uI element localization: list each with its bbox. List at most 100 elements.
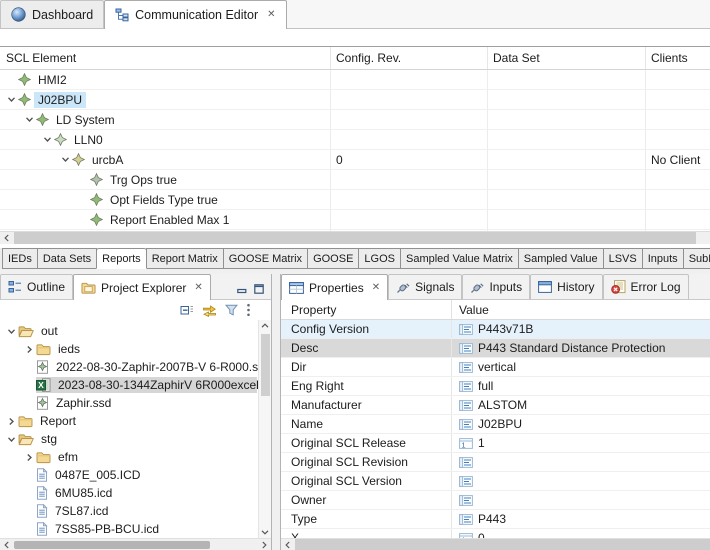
properties-horizontal-scrollbar[interactable] [281, 538, 710, 550]
editor-tab-communication-editor[interactable]: Communication Editor✕ [104, 0, 286, 29]
expander-icon[interactable] [4, 416, 18, 427]
property-row-desc[interactable]: DescP443 Standard Distance Protection [281, 339, 710, 358]
close-icon[interactable]: ✕ [267, 10, 275, 20]
property-row-eng-right[interactable]: Eng Rightfull [281, 377, 710, 396]
tree-item-0487e-005-icd[interactable]: 0487E_005.ICD [0, 466, 271, 484]
explorer-horizontal-scrollbar[interactable] [0, 538, 271, 550]
tree-row-lln0[interactable]: LLN0 [0, 130, 710, 150]
column-header-data-set[interactable]: Data Set [487, 47, 645, 69]
property-row-original-scl-version[interactable]: Original SCL Version [281, 472, 710, 491]
bottom-tab-report-matrix[interactable]: Report Matrix [146, 248, 224, 269]
vertical-sash[interactable] [272, 274, 280, 550]
bottom-tab-sampled-value[interactable]: Sampled Value [518, 248, 604, 269]
tree-row-report-enabled-max-1[interactable]: Report Enabled Max 1 [0, 210, 710, 230]
property-value-cell [451, 453, 710, 471]
column-header-value[interactable]: Value [451, 300, 710, 319]
tree-item-out[interactable]: out [0, 322, 271, 340]
properties-tab-properties[interactable]: Properties✕ [281, 274, 388, 300]
filter-icon[interactable] [225, 304, 238, 316]
bottom-tab-subnet[interactable]: SubNet [683, 248, 710, 269]
tree-item-7ss85-pb-bcu-icd[interactable]: 7SS85-PB-BCU.icd [0, 520, 271, 538]
property-name: Original SCL Revision [281, 453, 451, 471]
tree-row-trg-ops-true[interactable]: Trg Ops true [0, 170, 710, 190]
column-header-clients[interactable]: Clients [645, 47, 710, 69]
close-icon[interactable]: ✕ [372, 283, 380, 293]
explorer-tab-project-explorer[interactable]: Project Explorer✕ [73, 274, 211, 300]
tree-item-2023-08-30-1344zaphirv-6r000excell[interactable]: X2023-08-30-1344ZaphirV 6R000excell [0, 376, 271, 394]
scrollbar-thumb[interactable] [295, 539, 710, 550]
bottom-tab-lsvs[interactable]: LSVS [603, 248, 643, 269]
properties-tab-error-log[interactable]: Error Log [603, 274, 689, 299]
property-row-name[interactable]: NameJ02BPU [281, 415, 710, 434]
explorer-vertical-scrollbar[interactable] [258, 320, 271, 538]
config-rev-cell [330, 210, 487, 229]
tree-item-report[interactable]: Report [0, 412, 271, 430]
tree-row-hmi2[interactable]: HMI2 [0, 70, 710, 90]
maximize-icon[interactable] [254, 284, 264, 294]
expander-icon[interactable] [4, 326, 18, 337]
scroll-up-icon[interactable] [258, 320, 271, 332]
expander-icon[interactable] [22, 452, 36, 463]
expander-icon[interactable] [4, 94, 18, 105]
properties-tab-signals[interactable]: Signals [388, 274, 462, 299]
property-row-config-version[interactable]: Config VersionP443v71B [281, 320, 710, 339]
scrollbar-thumb[interactable] [261, 334, 270, 396]
tree-row-ld-system[interactable]: LD System [0, 110, 710, 130]
expander-icon[interactable] [40, 134, 54, 145]
minimize-icon[interactable] [237, 284, 247, 294]
property-row-owner[interactable]: Owner [281, 491, 710, 510]
scrollbar-track[interactable] [261, 332, 270, 526]
bottom-tab-goose-matrix[interactable]: GOOSE Matrix [223, 248, 308, 269]
column-header-property[interactable]: Property [281, 303, 451, 317]
scroll-left-icon[interactable] [281, 541, 295, 549]
tree-indent [0, 493, 22, 494]
expander-icon[interactable] [22, 344, 36, 355]
tree-item-zaphir-ssd[interactable]: Zaphir.ssd [0, 394, 271, 412]
scrollbar-thumb[interactable] [14, 541, 210, 549]
property-row-dir[interactable]: Dirvertical [281, 358, 710, 377]
column-header-scl-element[interactable]: SCL Element [0, 47, 330, 69]
text-prop-icon [459, 400, 473, 411]
bottom-tab-sampled-value-matrix[interactable]: Sampled Value Matrix [400, 248, 519, 269]
bottom-tab-data-sets[interactable]: Data Sets [37, 248, 97, 269]
editor-tab-dashboard[interactable]: Dashboard [0, 0, 104, 28]
bottom-tab-reports[interactable]: Reports [96, 248, 147, 269]
tree-item-content: efm [36, 449, 82, 465]
close-icon[interactable]: ✕ [194, 283, 202, 293]
bottom-tab-inputs[interactable]: Inputs [642, 248, 684, 269]
bottom-tab-ieds[interactable]: IEDs [2, 248, 38, 269]
scroll-left-icon[interactable] [0, 541, 14, 549]
property-row-original-scl-release[interactable]: Original SCL Release11 [281, 434, 710, 453]
tree-item-stg[interactable]: stg [0, 430, 271, 448]
tree-item-ieds[interactable]: ieds [0, 340, 271, 358]
column-header-config-rev[interactable]: Config. Rev. [330, 47, 487, 69]
tree-item-7sl87-icd[interactable]: 7SL87.icd [0, 502, 271, 520]
scrollbar-thumb[interactable] [14, 232, 696, 244]
view-menu-icon[interactable] [246, 303, 251, 317]
tree-item-2022-08-30-zaphir-2007b-v-6-r000-sc[interactable]: 2022-08-30-Zaphir-2007B-V 6-R000.sc [0, 358, 271, 376]
tree-item-efm[interactable]: efm [0, 448, 271, 466]
tree-item-6mu85-icd[interactable]: 6MU85.icd [0, 484, 271, 502]
expander-icon[interactable] [4, 434, 18, 445]
tree-row-urcba[interactable]: urcbA0No Client [0, 150, 710, 170]
bottom-tab-goose[interactable]: GOOSE [307, 248, 359, 269]
expander-icon[interactable] [22, 114, 36, 125]
explorer-tab-outline[interactable]: Outline [0, 274, 73, 299]
bottom-tab-lgos[interactable]: LGOS [358, 248, 401, 269]
link-editor-icon[interactable] [202, 304, 217, 317]
scroll-right-icon[interactable] [257, 541, 271, 549]
properties-tab-inputs[interactable]: Inputs [462, 274, 530, 299]
properties-tab-history[interactable]: History [530, 274, 602, 299]
property-row-x[interactable]: X10 [281, 529, 710, 538]
editor-horizontal-scrollbar[interactable] [0, 231, 710, 244]
expander-icon[interactable] [58, 154, 72, 165]
property-row-original-scl-revision[interactable]: Original SCL Revision [281, 453, 710, 472]
tree-indent [0, 219, 76, 220]
property-row-type[interactable]: TypeP443 [281, 510, 710, 529]
tree-row-j02bpu[interactable]: J02BPU [0, 90, 710, 110]
scroll-left-icon[interactable] [0, 232, 14, 244]
collapse-all-icon[interactable] [180, 303, 194, 317]
property-row-manufacturer[interactable]: ManufacturerALSTOM [281, 396, 710, 415]
scroll-down-icon[interactable] [258, 526, 271, 538]
tree-row-opt-fields-type-true[interactable]: Opt Fields Type true [0, 190, 710, 210]
